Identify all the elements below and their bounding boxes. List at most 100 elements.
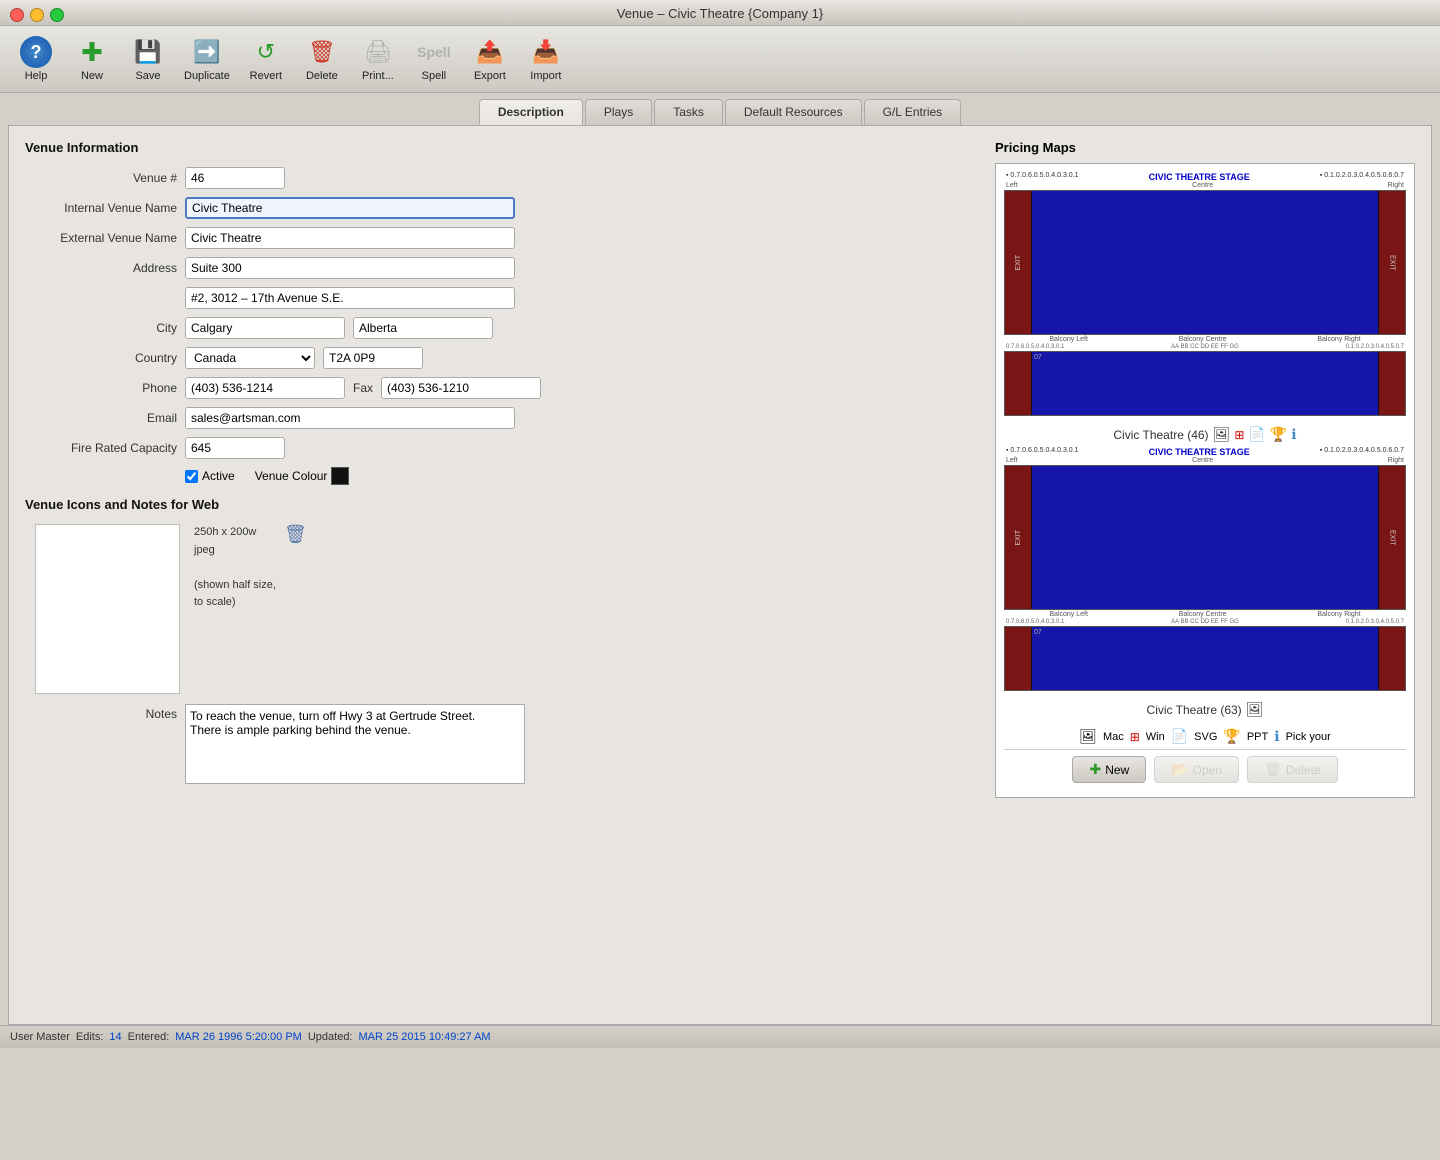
map2-balcony-center: 07 xyxy=(1032,627,1378,690)
map-open-button[interactable]: 📂 Open xyxy=(1154,756,1239,783)
map-new-label: New xyxy=(1105,763,1129,777)
tab-plays[interactable]: Plays xyxy=(585,99,652,125)
updated-date: MAR 25 2015 10:49:27 AM xyxy=(359,1031,491,1043)
map-new-button[interactable]: ✚ New xyxy=(1072,756,1146,783)
fire-rated-label: Fire Rated Capacity xyxy=(25,441,185,455)
venue-colour-swatch[interactable] xyxy=(331,467,349,485)
map2-icon: 🖼 xyxy=(1246,701,1264,718)
map2-balcony-left xyxy=(1005,627,1031,690)
map1-left-section: EXIT xyxy=(1005,191,1031,334)
map1-name: Civic Theatre (46) 🖼 ⊞ 📄 🏆 ℹ xyxy=(1004,426,1406,443)
map1-mac-icon: 🖼 xyxy=(1213,426,1231,443)
map1-extra-icon: 🏆 xyxy=(1270,426,1287,443)
duplicate-button[interactable]: ➡️ Duplicate xyxy=(178,32,236,86)
map1-info-icon: ℹ xyxy=(1291,426,1296,443)
phone-input[interactable] xyxy=(185,377,345,399)
map1-win-icon: ⊞ xyxy=(1234,428,1244,442)
entered-date: MAR 26 1996 5:20:00 PM xyxy=(175,1031,302,1043)
edits-count: 14 xyxy=(109,1031,121,1043)
mac-label: Mac xyxy=(1103,731,1124,743)
internal-venue-name-input[interactable] xyxy=(185,197,515,219)
map1-balcony-numbers: 0.7.0.6.0.5.0.4.0.3.0.1 AA BB CC DD EE F… xyxy=(1004,344,1406,350)
upload-icon[interactable]: 🗑 xyxy=(284,524,307,545)
external-venue-name-row: External Venue Name xyxy=(25,227,979,249)
new-button[interactable]: ✚ New xyxy=(66,32,118,86)
duplicate-label: Duplicate xyxy=(184,70,230,82)
export-icon: 📤 xyxy=(474,36,506,68)
minimize-button[interactable] xyxy=(30,8,44,22)
postal-input[interactable] xyxy=(323,347,423,369)
city-input[interactable] xyxy=(185,317,345,339)
pricing-maps-title: Pricing Maps xyxy=(995,140,1415,155)
map1-right-section: EXIT xyxy=(1379,191,1405,334)
tab-description[interactable]: Description xyxy=(479,99,583,125)
map2-center-section xyxy=(1032,466,1378,609)
phone-row: Phone Fax xyxy=(25,377,979,399)
spell-button[interactable]: Spell Spell xyxy=(408,32,460,86)
fax-input[interactable] xyxy=(381,377,541,399)
map1-balcony-area: 07 xyxy=(1004,351,1406,416)
address1-row: Address xyxy=(25,257,979,279)
notes-section: Notes To reach the venue, turn off Hwy 3… xyxy=(25,704,979,784)
export-button[interactable]: 📤 Export xyxy=(464,32,516,86)
revert-button[interactable]: ↺ Revert xyxy=(240,32,292,86)
image-meta: 250h x 200w jpeg (shown half size, to sc… xyxy=(194,524,276,612)
active-colour-row: Active Venue Colour xyxy=(185,467,979,485)
print-button[interactable]: 🖨 Print... xyxy=(352,32,404,86)
active-label: Active xyxy=(202,469,235,483)
tab-tasks[interactable]: Tasks xyxy=(654,99,723,125)
edits-label: Edits: xyxy=(76,1031,104,1043)
map2-balcony-area: 07 xyxy=(1004,626,1406,691)
address-label: Address xyxy=(25,261,185,275)
country-select[interactable]: Canada USA xyxy=(185,347,315,369)
win-icon: ⊞ xyxy=(1130,730,1140,744)
map-open-label: Open xyxy=(1193,763,1222,777)
map1-balcony-labels: Balcony Left Balcony Centre Balcony Righ… xyxy=(1004,335,1406,344)
external-venue-name-input[interactable] xyxy=(185,227,515,249)
address1-input[interactable] xyxy=(185,257,515,279)
pick-icon: ℹ xyxy=(1274,728,1279,745)
import-button[interactable]: 📥 Import xyxy=(520,32,572,86)
notes-label: Notes xyxy=(25,704,185,721)
entered-label: Entered: xyxy=(128,1031,170,1043)
email-input[interactable] xyxy=(185,407,515,429)
help-label: Help xyxy=(25,70,48,82)
print-label: Print... xyxy=(362,70,394,82)
map-icon-bar: 🖼 Mac ⊞ Win 📄 SVG 🏆 PPT ℹ Pick your xyxy=(1004,722,1406,749)
active-checkbox-item: Active xyxy=(185,469,235,483)
venue-number-row: Venue # xyxy=(25,167,979,189)
country-row: Country Canada USA xyxy=(25,347,979,369)
map-new-icon: ✚ xyxy=(1089,761,1101,778)
pricing-maps-box: ▪ 0.7.0.6.0.5.0.4.0.3.0.1 CIVIC THEATRE … xyxy=(995,163,1415,798)
image-placeholder xyxy=(35,524,180,694)
map1-top-numbers: ▪ 0.7.0.6.0.5.0.4.0.3.0.1 CIVIC THEATRE … xyxy=(1004,172,1406,182)
map2-stage-title: CIVIC THEATRE STAGE xyxy=(1149,447,1250,457)
map1-section-labels: Left Centre Right xyxy=(1004,182,1406,189)
fire-rated-input[interactable] xyxy=(185,437,285,459)
map1-balcony-left xyxy=(1005,352,1031,415)
new-icon: ✚ xyxy=(76,36,108,68)
window-controls[interactable] xyxy=(10,8,64,22)
venue-number-input[interactable] xyxy=(185,167,285,189)
email-label: Email xyxy=(25,411,185,425)
province-input[interactable] xyxy=(353,317,493,339)
delete-icon: 🗑 xyxy=(306,36,338,68)
notes-textarea[interactable]: To reach the venue, turn off Hwy 3 at Ge… xyxy=(185,704,525,784)
phone-label: Phone xyxy=(25,381,185,395)
help-button[interactable]: ? Help xyxy=(10,32,62,86)
address2-input[interactable] xyxy=(185,287,515,309)
spell-label: Spell xyxy=(422,70,446,82)
toolbar: ? Help ✚ New 💾 Save ➡️ Duplicate ↺ Rever… xyxy=(0,26,1440,93)
tab-gl-entries[interactable]: G/L Entries xyxy=(864,99,962,125)
address2-row xyxy=(25,287,979,309)
map-delete-button[interactable]: 🗑 Delete xyxy=(1247,756,1337,783)
ppt-label: PPT xyxy=(1247,731,1268,743)
close-button[interactable] xyxy=(10,8,24,22)
maximize-button[interactable] xyxy=(50,8,64,22)
save-button[interactable]: 💾 Save xyxy=(122,32,174,86)
delete-button[interactable]: 🗑 Delete xyxy=(296,32,348,86)
tab-default-resources[interactable]: Default Resources xyxy=(725,99,862,125)
active-checkbox[interactable] xyxy=(185,470,198,483)
city-label: City xyxy=(25,321,185,335)
fax-label: Fax xyxy=(345,381,381,395)
